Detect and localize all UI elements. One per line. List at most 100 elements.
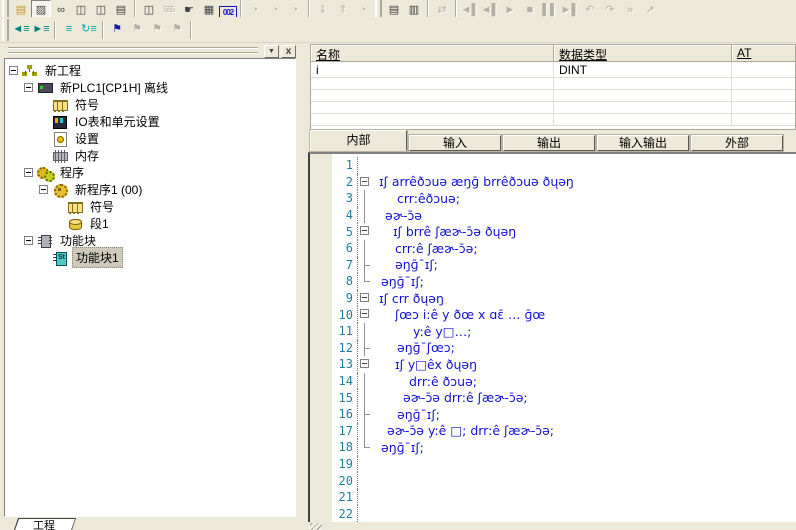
table-cell[interactable]: [732, 78, 795, 90]
step-back2-icon[interactable]: ◄▌: [480, 0, 500, 17]
list-icon[interactable]: ▤: [111, 0, 131, 17]
titlebar-gripper[interactable]: [8, 47, 258, 55]
fold-margin[interactable]: [358, 356, 373, 373]
code-line[interactable]: 13ɪʃ y□êx ðųəŋ: [332, 356, 796, 373]
hand-icon[interactable]: ☛: [179, 0, 199, 17]
table-row-empty[interactable]: [311, 102, 795, 114]
column-header-2[interactable]: AT: [732, 45, 795, 61]
tree-item-symbols[interactable]: 符号: [5, 96, 295, 113]
tree-item-program[interactable]: 新程序1 (00): [5, 181, 295, 198]
binary-002-icon[interactable]: 002: [219, 6, 237, 17]
find-icon[interactable]: ∞: [51, 0, 71, 17]
code-text[interactable]: drr:ê ðɔuə;: [409, 374, 477, 389]
code-text[interactable]: y:ê y□…;: [413, 324, 471, 339]
watch1-icon[interactable]: ◔: [245, 0, 265, 17]
tree-expander-icon[interactable]: [39, 185, 48, 194]
window2-icon[interactable]: ◫: [91, 0, 111, 17]
table-cell[interactable]: [311, 78, 554, 90]
tree-expander-icon[interactable]: [24, 236, 33, 245]
table-cell[interactable]: i: [311, 62, 554, 78]
close-icon[interactable]: x: [281, 45, 296, 58]
indent-icon[interactable]: ►≡: [31, 20, 51, 40]
table-cell[interactable]: [311, 102, 554, 114]
tree-item-memory[interactable]: 内存: [5, 147, 295, 164]
step-out-icon[interactable]: ↷: [600, 0, 620, 17]
code-line[interactable]: 10ʃœɔ i:ê y ðœ x ɑɛ̄ … ɡ̄œ: [332, 306, 796, 323]
panel-splitter[interactable]: [296, 44, 308, 522]
table-row-empty[interactable]: [311, 90, 795, 102]
prev-bookmark-icon[interactable]: ⚑: [147, 20, 167, 40]
table-cell[interactable]: [554, 78, 732, 90]
code-line[interactable]: 16əŋɡ̄ˉɪʃ;: [332, 406, 796, 423]
code-line[interactable]: 9ɪʃ crr ðųəŋ: [332, 290, 796, 307]
tab-输出[interactable]: 输出: [503, 135, 595, 151]
code-line[interactable]: 5ɪʃ brrê ʃæɚ-ɔ̄ə ðųəŋ: [332, 223, 796, 240]
st-code-editor[interactable]: 12ɪʃ arrêðɔuə æŋɡ̄ brrêðɔuə ðųəŋ3crr:êðɔ…: [308, 152, 796, 522]
tree-expander-icon[interactable]: [24, 168, 33, 177]
code-line[interactable]: 21: [332, 489, 796, 506]
step-in-icon[interactable]: ↶: [580, 0, 600, 17]
tree-item-symbols[interactable]: 符号: [5, 198, 295, 215]
fold-margin[interactable]: [358, 306, 373, 323]
table-cell[interactable]: [732, 62, 795, 78]
table-row-empty[interactable]: [311, 114, 795, 126]
watch2-icon[interactable]: ◔: [265, 0, 285, 17]
table-cell[interactable]: [311, 90, 554, 102]
tree-item-fb[interactable]: 功能块: [5, 232, 295, 249]
tab-外部[interactable]: 外部: [691, 135, 783, 151]
toggle-bookmark-icon[interactable]: ⚑: [107, 20, 127, 40]
code-text[interactable]: əŋɡ̄ˉʃœɔ;: [397, 340, 455, 355]
code-text[interactable]: crr:êðɔuə;: [397, 191, 460, 206]
paste-icon[interactable]: ▤: [11, 0, 31, 17]
table-cell[interactable]: [554, 114, 732, 126]
run-icon[interactable]: ►: [500, 0, 520, 17]
code-line[interactable]: 7əŋɡ̄ˉɪʃ;: [332, 257, 796, 274]
tab-内部[interactable]: 内部: [310, 130, 407, 151]
tab-输入[interactable]: 输入: [409, 135, 501, 151]
toolbar-gripper[interactable]: [2, 19, 9, 41]
stop-icon[interactable]: ■: [520, 0, 540, 17]
code-line[interactable]: 15əɚ-ɔ̄ə drr:ê ʃæɚ-ɔ̄ə;: [332, 389, 796, 406]
toolbar-gripper[interactable]: [375, 0, 382, 17]
transfer-up-icon[interactable]: ⇑: [333, 0, 353, 17]
print-icon[interactable]: ▥: [404, 0, 424, 17]
code-line[interactable]: 19: [332, 456, 796, 473]
monitor-clock-icon[interactable]: ◔: [353, 0, 373, 17]
resize-grip-icon[interactable]: [310, 523, 322, 530]
fold-collapse-icon[interactable]: [360, 293, 369, 302]
fold-collapse-icon[interactable]: [360, 359, 369, 368]
tree-item-gears[interactable]: 程序: [5, 164, 295, 181]
unindent-icon[interactable]: ◄≡: [11, 20, 31, 40]
code-text[interactable]: ʃœɔ i:ê y ðœ x ɑɛ̄ … ɡ̄œ: [395, 307, 545, 322]
code-line[interactable]: 8əŋɡ̄ˉɪʃ;: [332, 273, 796, 290]
split-view-icon[interactable]: ◫: [139, 0, 159, 17]
table-row-empty[interactable]: [311, 78, 795, 90]
table-cell[interactable]: DINT: [554, 62, 732, 78]
code-line[interactable]: 4əɚ-ɔ̄ə: [332, 207, 796, 224]
code-line[interactable]: 2ɪʃ arrêðɔuə æŋɡ̄ brrêðɔuə ðųəŋ: [332, 174, 796, 191]
window-icon[interactable]: ◫: [71, 0, 91, 17]
table-cell[interactable]: [732, 90, 795, 102]
tree-expander-icon[interactable]: [24, 83, 33, 92]
project-tab[interactable]: 工程: [12, 518, 76, 530]
code-line[interactable]: 18əŋɡ̄ˉɪʃ;: [332, 439, 796, 456]
code-text[interactable]: əŋɡ̄ˉɪʃ;: [381, 274, 424, 289]
next-bookmark-icon[interactable]: ⚑: [127, 20, 147, 40]
table-cell[interactable]: [311, 114, 554, 126]
fast-forward-icon[interactable]: »: [620, 0, 640, 17]
step-over-icon[interactable]: ►▌: [560, 0, 580, 17]
table-cell[interactable]: [732, 114, 795, 126]
tree-item-settings[interactable]: 设置: [5, 130, 295, 147]
tree-item-section[interactable]: 段1: [5, 215, 295, 232]
tree-expander-icon[interactable]: [9, 66, 18, 75]
code-line[interactable]: 17əɚ-ɔ̄ə y:ê □; drr:ê ʃæɚ-ɔ̄ə;: [332, 423, 796, 440]
code-line[interactable]: 1: [332, 157, 796, 174]
code-line[interactable]: 22: [332, 505, 796, 522]
table-cell[interactable]: [554, 90, 732, 102]
tab-输入输出[interactable]: 输入输出: [597, 135, 689, 151]
code-text[interactable]: əŋɡ̄ˉɪʃ;: [381, 440, 424, 455]
code-text[interactable]: əɚ-ɔ̄ə: [385, 208, 422, 223]
code-line[interactable]: 14drr:ê ðɔuə;: [332, 373, 796, 390]
uncomment-icon[interactable]: ↻≡: [79, 20, 99, 40]
code-line[interactable]: 12əŋɡ̄ˉʃœɔ;: [332, 340, 796, 357]
